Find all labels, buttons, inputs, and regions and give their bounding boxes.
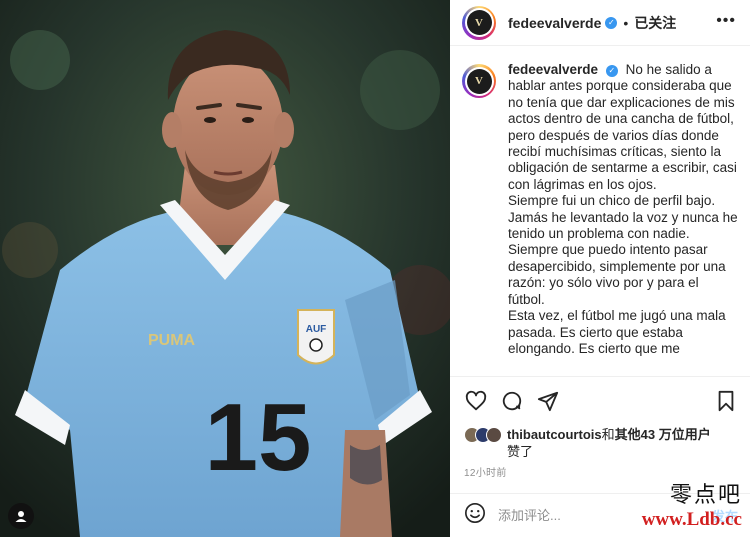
caption: V fedeevalverde ✓ No he salido a hablar … — [462, 62, 738, 357]
liker-avatars[interactable] — [464, 427, 502, 443]
likes-summary: thibautcourtois和其他43 万位用户 赞了 — [464, 426, 744, 460]
following-button[interactable]: 已关注 — [634, 13, 676, 33]
caption-text: fedeevalverde ✓ No he salido a hablar an… — [508, 62, 738, 357]
post-header: V fedeevalverde ✓ • 已关注 ••• — [450, 0, 750, 46]
post-photo[interactable]: 15 PUMA AUF — [0, 0, 450, 537]
emoji-icon[interactable] — [464, 502, 486, 529]
caption-paragraph-3: Esta vez, el fútbol me jugó una mala pas… — [508, 308, 726, 356]
caption-avatar[interactable]: V — [462, 64, 496, 98]
share-icon[interactable] — [536, 389, 560, 413]
comment-bar: 发布 — [450, 493, 750, 537]
author-avatar[interactable]: V — [462, 5, 496, 40]
comment-input[interactable] — [498, 508, 688, 523]
jersey-number: 15 — [205, 384, 312, 491]
comment-icon[interactable] — [500, 389, 524, 413]
heart-icon[interactable] — [464, 389, 488, 413]
liker-avatar — [486, 427, 502, 443]
liker-username[interactable]: thibautcourtois — [507, 427, 602, 442]
action-bar — [450, 376, 750, 424]
author-username[interactable]: fedeevalverde — [508, 15, 601, 31]
caption-paragraph-2: Siempre fui un chico de perfil bajo. Jam… — [508, 193, 738, 307]
player-photo-illustration: 15 PUMA AUF — [0, 0, 450, 537]
likes-others[interactable]: 其他43 万位用户 — [615, 427, 711, 442]
likes-suffix: 赞了 — [507, 444, 534, 459]
post-timestamp[interactable]: 12小时前 — [464, 464, 507, 479]
header-separator: • — [623, 14, 629, 31]
post-side-panel: V fedeevalverde ✓ • 已关注 ••• V fedeevalve… — [450, 0, 750, 537]
more-options-icon[interactable]: ••• — [716, 12, 736, 30]
caption-area[interactable]: V fedeevalverde ✓ No he salido a hablar … — [450, 56, 750, 374]
jersey-brand: PUMA — [148, 332, 196, 349]
likes-text: thibautcourtois和其他43 万位用户 赞了 — [507, 426, 744, 460]
jersey-crest: AUF — [306, 324, 327, 335]
caption-paragraph-1: No he salido a hablar antes porque consi… — [508, 62, 737, 192]
verified-badge-icon: ✓ — [605, 65, 618, 78]
caption-username[interactable]: fedeevalverde — [508, 62, 598, 77]
verified-badge-icon: ✓ — [605, 16, 618, 29]
user-tag-icon[interactable] — [8, 503, 34, 529]
likes-connector: 和 — [601, 427, 615, 442]
bookmark-icon[interactable] — [714, 389, 738, 413]
post-comment-button[interactable]: 发布 — [712, 506, 738, 525]
